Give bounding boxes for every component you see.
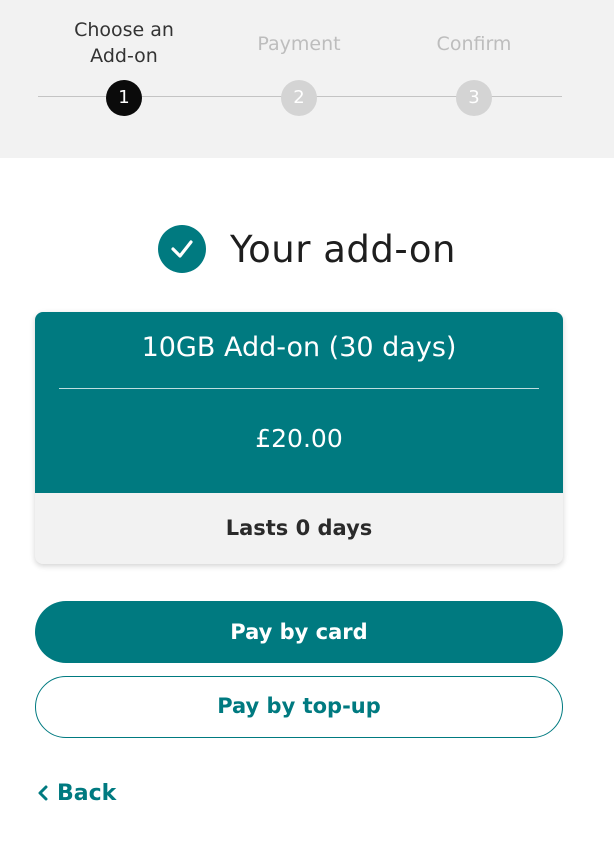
card-divider: [59, 388, 539, 389]
step-label: Payment: [257, 33, 341, 55]
check-circle-icon: [157, 225, 206, 273]
back-link[interactable]: Back: [37, 778, 116, 808]
page-heading: Your add-on: [0, 225, 614, 279]
addon-price: £20.00: [255, 424, 343, 453]
addon-summary-card: 10GB Add-on (30 days) £20.00 Lasts 0 day…: [35, 312, 563, 564]
progress-stepper: Choose an Add-on 1 Payment 2 Confirm 3: [0, 0, 614, 158]
step-choose-addon: Choose an Add-on 1: [34, 0, 214, 158]
step-confirm: Confirm 3: [384, 0, 564, 158]
addon-name: 10GB Add-on (30 days): [141, 332, 457, 363]
step-label: Choose an Add-on: [74, 19, 174, 67]
pay-by-card-button[interactable]: Pay by card: [35, 601, 563, 663]
step-label: Confirm: [436, 33, 512, 55]
page-title: Your add-on: [229, 227, 457, 271]
addon-card-header: 10GB Add-on (30 days) £20.00: [35, 312, 563, 493]
step-payment: Payment 2: [209, 0, 389, 158]
add-on-checkout-page: Choose an Add-on 1 Payment 2 Confirm 3 Y…: [0, 0, 614, 847]
step-number-badge: 2: [281, 80, 317, 116]
step-number-badge: 1: [106, 80, 142, 116]
back-link-label: Back: [57, 780, 117, 806]
chevron-left-icon: [38, 785, 48, 801]
pay-by-topup-button[interactable]: Pay by top-up: [35, 676, 563, 738]
step-number-badge: 3: [456, 80, 492, 116]
addon-duration: Lasts 0 days: [225, 516, 373, 540]
